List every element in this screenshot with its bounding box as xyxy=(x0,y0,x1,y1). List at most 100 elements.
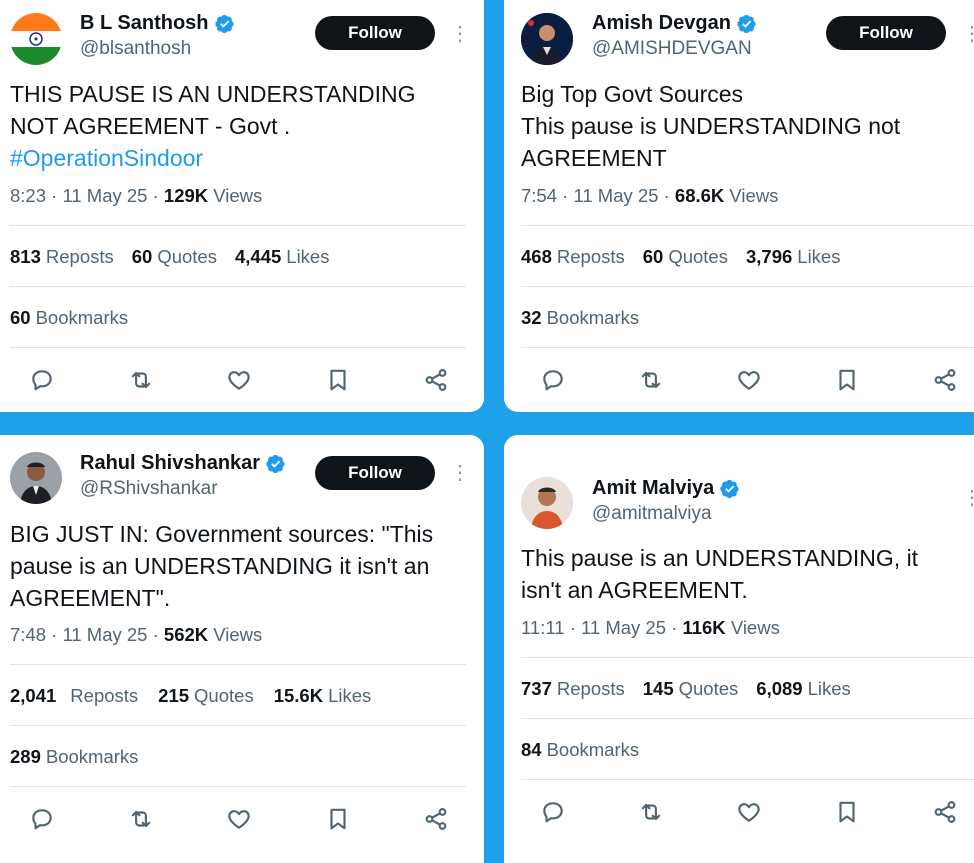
quotes-stat[interactable]: 60 Quotes xyxy=(132,246,217,268)
tweet-meta: 7:48 · 11 May 25 · 562K Views xyxy=(10,624,262,646)
reposts-label: Reposts xyxy=(556,678,625,699)
like-icon[interactable] xyxy=(735,366,763,394)
bookmarks-count: 60 xyxy=(10,307,31,328)
timestamp[interactable]: 8:23 · 11 May 25 · xyxy=(10,185,164,206)
divider xyxy=(10,664,466,665)
timestamp[interactable]: 7:54 · 11 May 25 · xyxy=(521,185,675,206)
likes-label: Likes xyxy=(286,246,330,267)
views-label: Views xyxy=(213,624,263,645)
like-icon[interactable] xyxy=(735,798,763,826)
more-options-icon[interactable]: ⋮ xyxy=(962,24,974,44)
display-name[interactable]: B L Santhosh xyxy=(80,12,209,35)
tweet-card-amitmalviya[interactable]: Amit Malviya @amitmalviya ⋮ This pause i… xyxy=(504,435,974,863)
reply-icon[interactable] xyxy=(539,798,567,826)
follow-button[interactable]: Follow xyxy=(315,456,435,490)
divider xyxy=(10,286,466,287)
display-name[interactable]: Rahul Shivshankar xyxy=(80,452,260,475)
reply-icon[interactable] xyxy=(28,805,56,833)
action-bar xyxy=(539,366,959,394)
likes-count: 4,445 xyxy=(234,246,282,267)
likes-stat[interactable]: 15.6K Likes xyxy=(274,685,372,707)
avatar[interactable] xyxy=(521,477,573,529)
more-options-icon[interactable]: ⋮ xyxy=(450,463,470,483)
reply-icon[interactable] xyxy=(539,366,567,394)
bookmarks-label: Bookmarks xyxy=(546,307,640,328)
user-handle[interactable]: @RShivshankar xyxy=(80,478,218,500)
tweet-text: BIG JUST IN: Government sources: "This p… xyxy=(10,521,434,611)
avatar[interactable] xyxy=(10,13,62,65)
user-handle[interactable]: @blsanthosh xyxy=(80,38,191,60)
verified-badge-icon xyxy=(266,454,286,474)
bookmarks-stat[interactable]: 84 Bookmarks xyxy=(521,739,639,761)
bookmarks-stat[interactable]: 32 Bookmarks xyxy=(521,307,639,329)
bookmarks-count: 84 xyxy=(521,739,542,760)
likes-stat[interactable]: 3,796 Likes xyxy=(746,246,841,268)
likes-stat[interactable]: 4,445 Likes xyxy=(235,246,330,268)
bookmarks-count: 289 xyxy=(10,746,41,767)
quotes-stat[interactable]: 60 Quotes xyxy=(643,246,728,268)
bookmarks-label: Bookmarks xyxy=(45,746,139,767)
reposts-count: 468 xyxy=(521,246,552,267)
reposts-stat[interactable]: 2,041 Reposts xyxy=(10,685,138,707)
repost-icon[interactable] xyxy=(127,366,155,394)
divider xyxy=(521,225,974,226)
repost-icon[interactable] xyxy=(127,805,155,833)
divider xyxy=(521,718,974,719)
engagement-stats: 737 Reposts 145 Quotes 6,089 Likes xyxy=(521,678,851,700)
reposts-count: 2,041 xyxy=(10,685,57,706)
user-handle[interactable]: @AMISHDEVGAN xyxy=(592,38,752,60)
verified-badge-icon xyxy=(737,14,757,34)
reply-icon[interactable] xyxy=(28,366,56,394)
timestamp[interactable]: 11:11 · 11 May 25 · xyxy=(521,617,682,638)
tweet-card-blsanthosh[interactable]: B L Santhosh @blsanthosh Follow ⋮ THIS P… xyxy=(0,0,484,412)
bookmarks-stat[interactable]: 60 Bookmarks xyxy=(10,307,128,329)
share-icon[interactable] xyxy=(422,366,450,394)
more-options-icon[interactable]: ⋮ xyxy=(962,488,974,508)
tweet-card-rshivshankar[interactable]: Rahul Shivshankar @RShivshankar Follow ⋮… xyxy=(0,435,484,863)
divider xyxy=(10,786,466,787)
bookmark-icon[interactable] xyxy=(324,805,352,833)
display-name[interactable]: Amish Devgan xyxy=(592,12,731,35)
action-bar xyxy=(28,805,450,833)
reposts-label: Reposts xyxy=(70,685,139,706)
share-icon[interactable] xyxy=(931,798,959,826)
reposts-stat[interactable]: 813 Reposts xyxy=(10,246,114,268)
tweet-card-amishdevgan[interactable]: Amish Devgan @AMISHDEVGAN Follow ⋮ Big T… xyxy=(504,0,974,412)
likes-label: Likes xyxy=(797,246,841,267)
display-name[interactable]: Amit Malviya xyxy=(592,477,714,500)
share-icon[interactable] xyxy=(931,366,959,394)
reposts-stat[interactable]: 737 Reposts xyxy=(521,678,625,700)
quotes-count: 60 xyxy=(642,246,664,267)
like-icon[interactable] xyxy=(225,366,253,394)
bookmark-icon[interactable] xyxy=(833,366,861,394)
likes-stat[interactable]: 6,089 Likes xyxy=(756,678,851,700)
reposts-stat[interactable]: 468 Reposts xyxy=(521,246,625,268)
tweet-text: This pause is an UNDERSTANDING, it isn't… xyxy=(521,545,919,603)
bookmarks-stat[interactable]: 289 Bookmarks xyxy=(10,746,138,768)
hashtag-link[interactable]: #OperationSindoor xyxy=(10,145,203,171)
timestamp[interactable]: 7:48 · 11 May 25 · xyxy=(10,624,164,645)
views-count: 68.6K xyxy=(674,185,725,206)
bookmark-icon[interactable] xyxy=(324,366,352,394)
tweet-meta: 11:11 · 11 May 25 · 116K Views xyxy=(521,617,780,639)
avatar[interactable] xyxy=(10,452,62,504)
repost-icon[interactable] xyxy=(637,366,665,394)
engagement-stats: 2,041 Reposts 215 Quotes 15.6K Likes xyxy=(10,685,371,707)
like-icon[interactable] xyxy=(225,805,253,833)
share-icon[interactable] xyxy=(422,805,450,833)
divider xyxy=(10,725,466,726)
avatar[interactable] xyxy=(521,13,573,65)
more-options-icon[interactable]: ⋮ xyxy=(450,24,470,44)
action-bar xyxy=(28,366,450,394)
likes-count: 15.6K xyxy=(273,685,324,706)
bookmark-icon[interactable] xyxy=(833,798,861,826)
follow-button[interactable]: Follow xyxy=(315,16,435,50)
divider xyxy=(10,225,466,226)
quotes-stat[interactable]: 215 Quotes xyxy=(158,685,254,707)
follow-button[interactable]: Follow xyxy=(826,16,946,50)
verified-badge-icon xyxy=(215,14,235,34)
repost-icon[interactable] xyxy=(637,798,665,826)
user-handle[interactable]: @amitmalviya xyxy=(592,503,712,525)
quotes-stat[interactable]: 145 Quotes xyxy=(643,678,739,700)
bookmarks-label: Bookmarks xyxy=(546,739,640,760)
